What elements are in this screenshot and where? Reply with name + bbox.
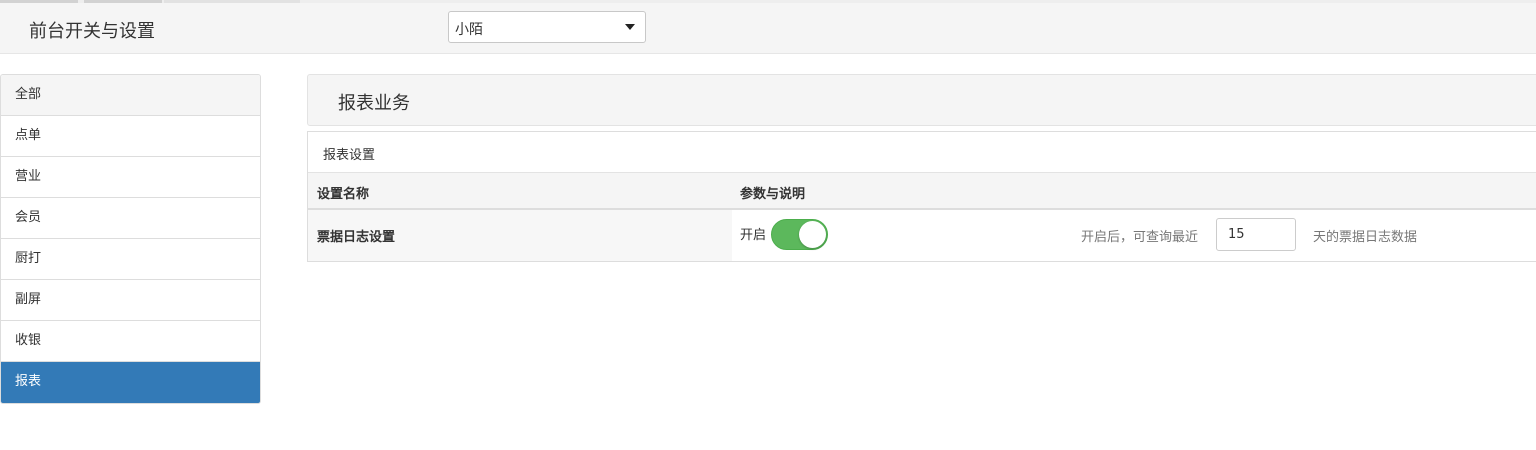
column-header-name: 设置名称 xyxy=(317,187,370,202)
category-sidebar: 全部 点单 营业 会员 厨打 副屏 收银 报表 xyxy=(0,74,261,404)
sidebar-item-business[interactable]: 营业 xyxy=(1,157,260,198)
description-prefix: 开启后，可查询最近 xyxy=(1081,230,1199,245)
table-row: 票据日志设置 开启 开启后，可查询最近 天的票据日志数据 xyxy=(308,210,1536,261)
section-header: 报表业务 xyxy=(307,74,1536,126)
sidebar-item-report[interactable]: 报表 xyxy=(1,362,260,403)
page-title: 前台开关与设置 xyxy=(29,21,155,42)
sidebar-item-kitchen-print[interactable]: 厨打 xyxy=(1,239,260,280)
toggle-knob xyxy=(799,221,826,248)
setting-name: 票据日志设置 xyxy=(317,230,396,245)
sidebar-item-cashier[interactable]: 收银 xyxy=(1,321,260,362)
settings-panel: 报表设置 设置名称 参数与说明 票据日志设置 开启 开启后，可查询最近 天的票据… xyxy=(307,131,1536,262)
page-header: 前台开关与设置 小陌 xyxy=(0,3,1536,54)
sidebar-item-secondary-screen[interactable]: 副屏 xyxy=(1,280,260,321)
toggle-label: 开启 xyxy=(740,228,767,243)
sidebar-item-all[interactable]: 全部 xyxy=(1,75,260,116)
receipt-log-toggle[interactable] xyxy=(771,219,828,250)
section-title: 报表业务 xyxy=(338,93,410,114)
table-header: 设置名称 参数与说明 xyxy=(308,172,1536,210)
store-select-value: 小陌 xyxy=(455,22,483,38)
column-header-params: 参数与说明 xyxy=(740,187,806,202)
sidebar-item-member[interactable]: 会员 xyxy=(1,198,260,239)
store-select[interactable]: 小陌 xyxy=(448,11,646,43)
chevron-down-icon xyxy=(625,24,635,30)
log-days-input[interactable] xyxy=(1216,218,1296,251)
description-suffix: 天的票据日志数据 xyxy=(1313,230,1418,245)
panel-title: 报表设置 xyxy=(323,148,376,163)
setting-name-cell: 票据日志设置 xyxy=(308,210,732,261)
sidebar-item-order[interactable]: 点单 xyxy=(1,116,260,157)
